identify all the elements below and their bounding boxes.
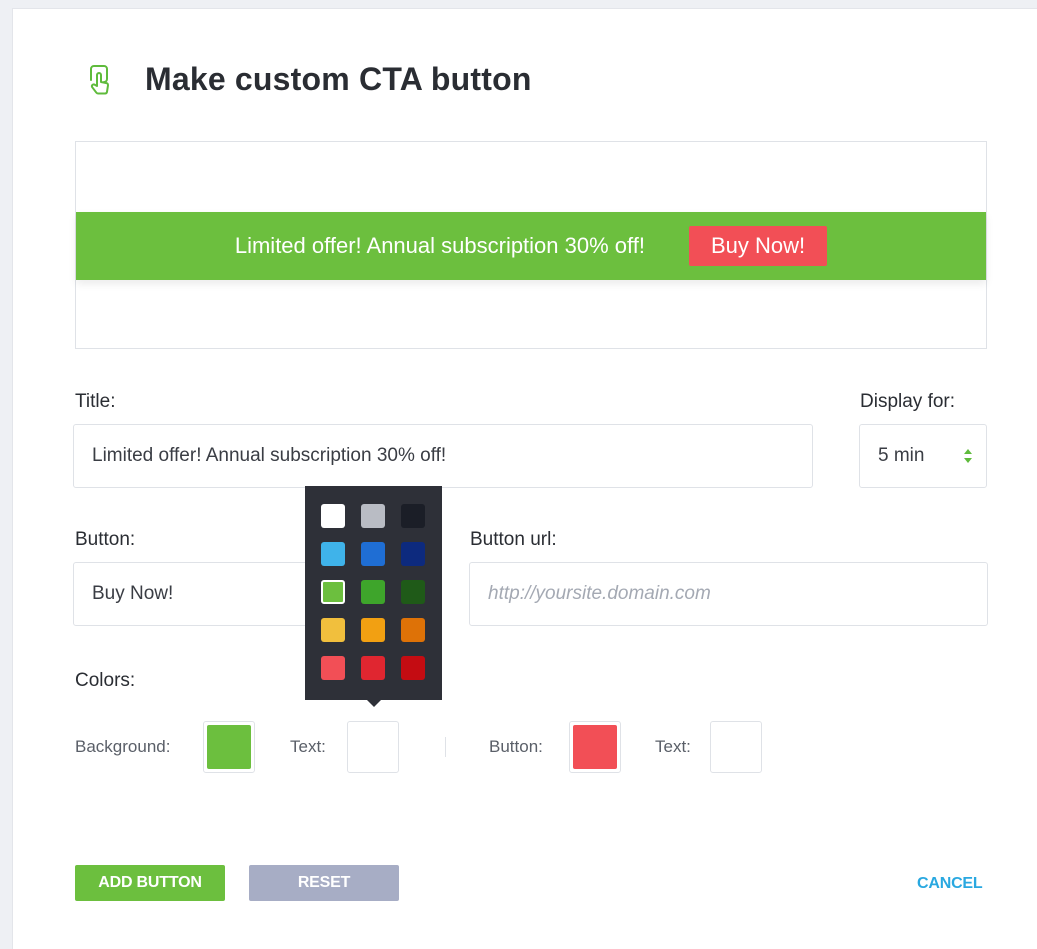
button-text-color-label: Text: bbox=[655, 737, 691, 756]
pointer-hand-icon bbox=[81, 62, 117, 98]
reset-button[interactable]: RESET bbox=[249, 865, 399, 901]
button-color-swatch bbox=[573, 725, 617, 769]
title-label: Title: bbox=[75, 391, 116, 412]
background-color-picker[interactable] bbox=[203, 721, 255, 773]
palette-swatch[interactable] bbox=[321, 656, 345, 680]
color-settings: Background: Text: Button: Text: bbox=[75, 721, 795, 773]
text-color-picker[interactable] bbox=[347, 721, 399, 773]
display-for-value: 5 min bbox=[878, 445, 925, 466]
background-color-swatch bbox=[207, 725, 251, 769]
preview-banner-title: Limited offer! Annual subscription 30% o… bbox=[234, 233, 645, 258]
text-color-swatch bbox=[351, 725, 395, 769]
palette-swatch[interactable] bbox=[401, 580, 425, 604]
button-color-picker[interactable] bbox=[569, 721, 621, 773]
button-url-input[interactable]: http://yoursite.domain.com bbox=[469, 562, 988, 626]
palette-swatch[interactable] bbox=[361, 618, 385, 642]
palette-swatch[interactable] bbox=[321, 618, 345, 642]
button-text-color-picker[interactable] bbox=[710, 721, 762, 773]
display-for-stepper[interactable]: 5 min bbox=[859, 424, 987, 488]
background-color-label: Background: bbox=[75, 737, 171, 756]
color-divider bbox=[445, 737, 446, 757]
palette-swatch[interactable] bbox=[361, 504, 385, 528]
button-url-label: Button url: bbox=[470, 529, 557, 550]
palette-pointer bbox=[367, 700, 381, 707]
palette-swatch[interactable] bbox=[401, 656, 425, 680]
palette-swatch[interactable] bbox=[401, 504, 425, 528]
palette-swatch[interactable] bbox=[401, 618, 425, 642]
palette-swatch[interactable] bbox=[361, 542, 385, 566]
palette-grid bbox=[321, 504, 428, 680]
palette-swatch[interactable] bbox=[401, 542, 425, 566]
display-for-label: Display for: bbox=[860, 391, 956, 412]
button-text-input-value: Buy Now! bbox=[92, 583, 174, 604]
cancel-button[interactable]: CANCEL bbox=[917, 875, 983, 893]
cta-preview: Limited offer! Annual subscription 30% o… bbox=[75, 141, 987, 349]
title-input-value: Limited offer! Annual subscription 30% o… bbox=[92, 445, 447, 466]
palette-swatch[interactable] bbox=[321, 542, 345, 566]
button-url-placeholder: http://yoursite.domain.com bbox=[488, 583, 711, 604]
stepper-arrows-icon[interactable] bbox=[964, 449, 972, 463]
preview-banner: Limited offer! Annual subscription 30% o… bbox=[76, 212, 986, 280]
color-palette-popover bbox=[305, 486, 442, 707]
preview-buy-button[interactable]: Buy Now! bbox=[688, 226, 828, 266]
title-input[interactable]: Limited offer! Annual subscription 30% o… bbox=[73, 424, 813, 488]
button-color-label: Button: bbox=[489, 737, 543, 756]
palette-swatch[interactable] bbox=[321, 580, 345, 604]
dialog-title: Make custom CTA button bbox=[145, 61, 532, 97]
button-text-color-swatch bbox=[714, 725, 758, 769]
button-text-input[interactable]: Buy Now! bbox=[73, 562, 313, 626]
button-label: Button: bbox=[75, 529, 136, 550]
colors-label: Colors: bbox=[75, 670, 136, 691]
cta-dialog: Make custom CTA button Limited offer! An… bbox=[12, 8, 1037, 949]
add-button[interactable]: ADD BUTTON bbox=[75, 865, 225, 901]
dialog-header: Make custom CTA button bbox=[81, 61, 532, 98]
palette-swatch[interactable] bbox=[361, 656, 385, 680]
text-color-label: Text: bbox=[290, 737, 326, 756]
palette-swatch[interactable] bbox=[361, 580, 385, 604]
palette-swatch[interactable] bbox=[321, 504, 345, 528]
